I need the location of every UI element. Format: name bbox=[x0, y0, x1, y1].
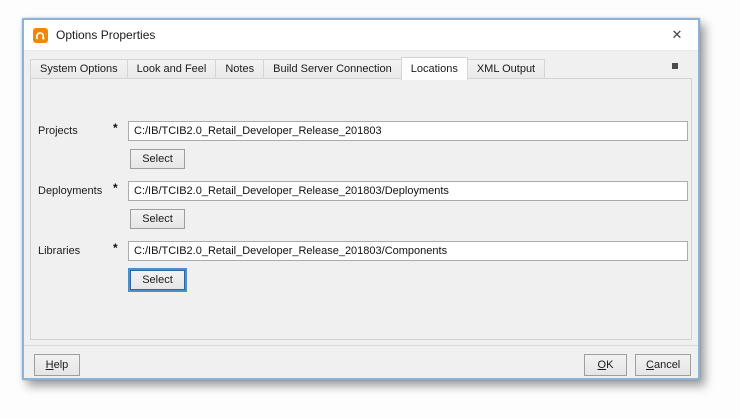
libraries-path-input[interactable] bbox=[128, 241, 688, 261]
projects-select-button[interactable]: Select bbox=[130, 149, 185, 169]
locations-panel: Projects * Select Deployments * Select L… bbox=[30, 78, 692, 340]
tab-xml-output[interactable]: XML Output bbox=[467, 59, 545, 79]
tab-strip: System Options Look and Feel Notes Build… bbox=[30, 56, 692, 79]
libraries-select-button[interactable]: Select bbox=[130, 270, 185, 290]
window-title: Options Properties bbox=[56, 28, 155, 42]
cancel-button[interactable]: Cancel bbox=[635, 354, 691, 376]
footer-divider bbox=[24, 345, 698, 346]
help-button[interactable]: Help bbox=[34, 354, 80, 376]
deployments-label: Deployments bbox=[38, 185, 102, 197]
ok-button[interactable]: OK bbox=[584, 354, 627, 376]
options-properties-dialog: Options Properties ✕ System Options Look… bbox=[22, 18, 700, 380]
tab-look-and-feel[interactable]: Look and Feel bbox=[127, 59, 217, 79]
app-logo-icon bbox=[33, 28, 48, 43]
projects-label: Projects bbox=[38, 125, 78, 137]
deployments-path-input[interactable] bbox=[128, 181, 688, 201]
projects-path-input[interactable] bbox=[128, 121, 688, 141]
title-bar: Options Properties ✕ bbox=[24, 20, 698, 51]
deployments-row: Deployments * Select bbox=[31, 181, 691, 233]
required-marker: * bbox=[113, 181, 118, 195]
close-icon[interactable]: ✕ bbox=[656, 20, 698, 51]
tab-notes[interactable]: Notes bbox=[215, 59, 264, 79]
required-marker: * bbox=[113, 121, 118, 135]
tab-menu-icon[interactable] bbox=[665, 59, 685, 73]
libraries-label: Libraries bbox=[38, 245, 80, 257]
tab-build-server-connection[interactable]: Build Server Connection bbox=[263, 59, 402, 79]
tab-locations[interactable]: Locations bbox=[401, 57, 468, 80]
deployments-select-button[interactable]: Select bbox=[130, 209, 185, 229]
tab-system-options[interactable]: System Options bbox=[30, 59, 128, 79]
libraries-row: Libraries * Select bbox=[31, 241, 691, 293]
projects-row: Projects * Select bbox=[31, 121, 691, 173]
required-marker: * bbox=[113, 241, 118, 255]
